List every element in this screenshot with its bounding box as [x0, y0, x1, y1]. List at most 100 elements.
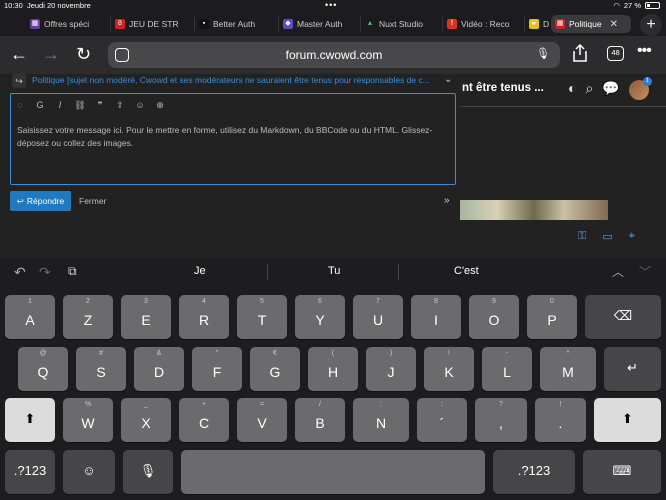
- return-icon: ↵: [627, 360, 638, 375]
- key-e[interactable]: 3E: [121, 295, 171, 339]
- key-g[interactable]: € G: [250, 347, 300, 391]
- reply-icon: ↩: [16, 195, 24, 206]
- reply-button[interactable]: ↩ Répondre: [10, 191, 71, 211]
- clipboard-icon[interactable]: ⧉: [68, 264, 77, 279]
- key-o[interactable]: 9O: [469, 295, 519, 339]
- card-icon[interactable]: ▭: [602, 230, 612, 243]
- space-bar[interactable]: [181, 450, 485, 494]
- tab-favicon: ▦: [30, 19, 40, 29]
- search-icon[interactable]: ⌕: [585, 80, 593, 100]
- key-x[interactable]: _ X: [121, 398, 171, 442]
- tab-favicon: f: [447, 19, 457, 29]
- emoji-icon[interactable]: ☺: [130, 100, 150, 110]
- collapse-composer-icon[interactable]: ⌄: [444, 74, 452, 85]
- tab-item[interactable]: ◆ Master Auth: [278, 15, 358, 33]
- location-pin-icon[interactable]: ⌖: [629, 230, 635, 243]
- tab-item[interactable]: ▪ Better Auth: [194, 15, 276, 33]
- tab-item[interactable]: ▦ Offres spéci: [26, 15, 106, 33]
- notification-badge: 1: [642, 77, 652, 86]
- blockquote-icon[interactable]: ❞: [90, 100, 110, 111]
- key-z[interactable]: 2Z: [63, 295, 113, 339]
- key-b[interactable]: / B: [295, 398, 345, 442]
- more-menu-icon[interactable]: •••: [637, 42, 652, 60]
- numbers-key-left[interactable]: .?123: [5, 450, 55, 494]
- address-bar[interactable]: forum.cwowd.com 🎙: [108, 42, 560, 68]
- suggestion-word[interactable]: Je: [194, 265, 206, 277]
- bold-icon[interactable]: G: [30, 100, 50, 110]
- share-icon[interactable]: [573, 43, 587, 67]
- key-accent[interactable]: : ´: [417, 398, 467, 442]
- key-period[interactable]: !.: [535, 398, 586, 442]
- return-key[interactable]: ↵: [604, 347, 661, 391]
- tab-item[interactable]: 8 JEU DE STR: [110, 15, 192, 33]
- key-icon[interactable]: ⚿: [578, 230, 586, 243]
- key-l[interactable]: -L: [482, 347, 532, 391]
- forward-arrow-icon[interactable]: →: [42, 44, 60, 65]
- key-j[interactable]: ) J: [366, 347, 416, 391]
- suggestion-word[interactable]: Tu: [328, 265, 340, 277]
- tab-item[interactable]: f Vidéo : Reco: [442, 15, 524, 33]
- theme-toggle-icon[interactable]: ◐: [568, 80, 576, 100]
- new-tab-button[interactable]: +: [640, 14, 662, 36]
- post-image[interactable]: [460, 200, 608, 220]
- topic-title[interactable]: nt être tenus ...: [462, 82, 544, 94]
- status-time: 10:30 Jeudi 20 novembre: [4, 1, 91, 10]
- close-composer-link[interactable]: Fermer: [79, 196, 106, 206]
- close-tab-icon[interactable]: ✕: [610, 19, 618, 30]
- key-h[interactable]: (H: [308, 347, 358, 391]
- chat-icon[interactable]: 💬: [602, 80, 619, 100]
- shift-right-key[interactable]: ⬆: [594, 398, 661, 442]
- undo-icon[interactable]: ↶: [14, 264, 26, 281]
- key-f[interactable]: " F: [192, 347, 242, 391]
- user-avatar[interactable]: 1: [628, 77, 652, 100]
- tab-label: D: [543, 19, 550, 29]
- keyboard-dismiss-icon: ⌨: [612, 463, 632, 478]
- add-options-icon[interactable]: ⊕: [150, 100, 170, 111]
- italic-icon[interactable]: I: [50, 100, 70, 110]
- back-arrow-icon[interactable]: ←: [10, 44, 28, 65]
- key-r[interactable]: 4R: [179, 295, 229, 339]
- tab-favicon: ▰: [529, 19, 539, 29]
- key-p[interactable]: 0P: [527, 295, 577, 339]
- quote-icon[interactable]: ◌: [10, 100, 30, 110]
- upload-icon[interactable]: ⇪: [110, 100, 130, 111]
- key-m[interactable]: * M: [540, 347, 596, 391]
- tab-favicon: ▦: [555, 19, 565, 29]
- chevron-up-icon[interactable]: ︿: [612, 263, 624, 280]
- key-i[interactable]: 8I: [411, 295, 461, 339]
- key-v[interactable]: = V: [237, 398, 287, 442]
- key-q[interactable]: @ Q: [18, 347, 68, 391]
- redo-icon[interactable]: ↷: [39, 264, 51, 281]
- key-comma[interactable]: ?,: [475, 398, 527, 442]
- tab-item[interactable]: ▰ D: [524, 15, 550, 33]
- key-k[interactable]: ! K: [424, 347, 474, 391]
- tab-item[interactable]: ▲ Nuxt Studio: [360, 15, 440, 33]
- key-w[interactable]: % W: [63, 398, 113, 442]
- link-icon[interactable]: ⛓: [70, 100, 90, 111]
- suggestion-word[interactable]: C'est: [454, 265, 479, 277]
- dictation-key[interactable]: 🎙: [123, 450, 173, 494]
- microphone-icon[interactable]: 🎙: [536, 47, 550, 60]
- key-t[interactable]: 5T: [237, 295, 287, 339]
- emoji-key[interactable]: ☺: [63, 450, 115, 494]
- key-a[interactable]: 1A: [5, 295, 55, 339]
- footer-icons: ⚿ ▭ ⌖: [578, 230, 635, 243]
- key-y[interactable]: 6Y: [295, 295, 345, 339]
- shift-left-key[interactable]: ⬆: [5, 398, 55, 442]
- tab-overview-button[interactable]: 48: [607, 46, 624, 61]
- reply-topic-link[interactable]: Politique [sujet non modéré, Cwowd et se…: [32, 75, 430, 85]
- expand-composer-icon[interactable]: »: [444, 195, 450, 206]
- numbers-key-right[interactable]: .?123: [493, 450, 575, 494]
- key-u[interactable]: 7U: [353, 295, 403, 339]
- key-d[interactable]: & D: [134, 347, 184, 391]
- multitasking-dots[interactable]: •••: [325, 0, 337, 10]
- backspace-key[interactable]: ⌫: [585, 295, 661, 339]
- key-s[interactable]: # S: [76, 347, 126, 391]
- suggestion-divider: [267, 264, 268, 280]
- hide-keyboard-key[interactable]: ⌨: [583, 450, 661, 494]
- tab-item-active[interactable]: ▦ Politique ✕: [551, 15, 631, 33]
- reload-icon[interactable]: ↻: [76, 44, 91, 65]
- chevron-down-icon[interactable]: ﹀: [639, 263, 651, 280]
- key-c[interactable]: + C: [179, 398, 229, 442]
- key-n[interactable]: ; N: [353, 398, 409, 442]
